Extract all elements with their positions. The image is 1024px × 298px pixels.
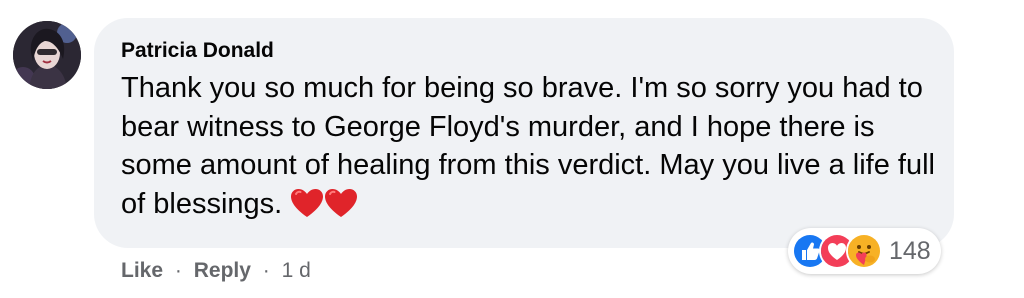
red-heart-icon: [291, 188, 324, 217]
red-heart-icon: [325, 188, 358, 217]
reactions-summary[interactable]: 148: [788, 228, 941, 274]
comment-timestamp[interactable]: 1 d: [282, 259, 311, 282]
separator: ·: [262, 259, 270, 282]
emoji-group: [290, 188, 358, 220]
separator: ·: [174, 259, 182, 282]
comment-thread: Patricia Donald Thank you so much for be…: [0, 0, 1024, 298]
comment-author[interactable]: Patricia Donald: [121, 37, 274, 65]
comment-text: Thank you so much for being so brave. I'…: [121, 72, 935, 220]
comment-body: Thank you so much for being so brave. I'…: [121, 69, 936, 223]
avatar[interactable]: [13, 21, 81, 89]
comment-actions: Like · Reply · 1 d: [121, 258, 311, 284]
reply-button[interactable]: Reply: [194, 259, 251, 282]
care-icon: [846, 233, 882, 269]
reaction-count: 148: [889, 236, 931, 265]
avatar-image: [13, 21, 81, 89]
like-button[interactable]: Like: [121, 259, 163, 282]
